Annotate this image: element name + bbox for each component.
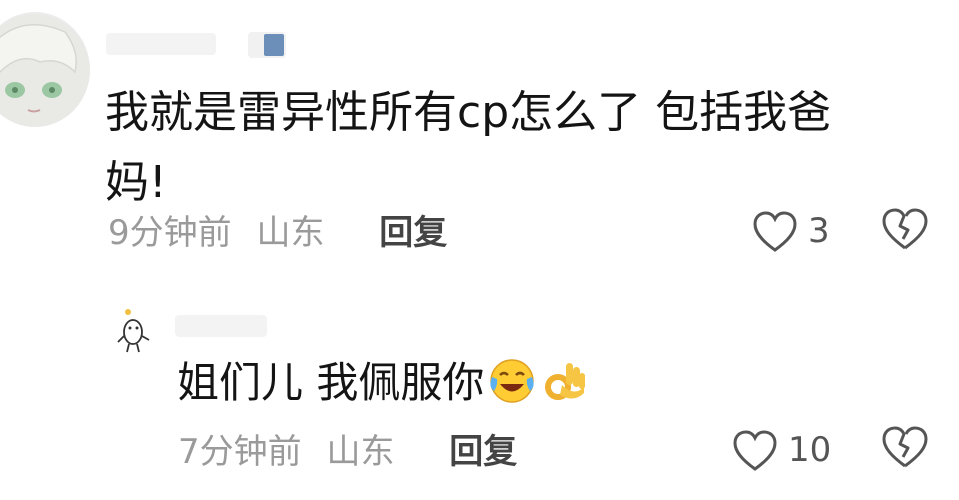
like-count: 3 (808, 211, 830, 251)
reply-button[interactable]: 回复 (379, 213, 447, 253)
reply-text: 姐们儿 我佩服你 (177, 350, 588, 416)
broken-heart-icon (882, 208, 928, 250)
doodle-avatar-icon (117, 309, 150, 353)
laughing-crying-emoji-icon (488, 357, 536, 405)
broken-heart-icon (882, 426, 928, 468)
ok-hand-emoji-icon (540, 357, 588, 405)
user-badge (248, 32, 286, 58)
location: 山东 (326, 432, 395, 472)
like-button[interactable]: 3 (752, 208, 842, 254)
reply-button[interactable]: 回复 (449, 432, 517, 472)
comment-text: 我就是雷异性所有cp怎么了 包括我爸 妈! (105, 78, 895, 218)
dislike-button[interactable] (880, 206, 930, 254)
username-redacted[interactable] (106, 33, 216, 55)
user-avatar[interactable] (0, 12, 90, 127)
anime-avatar-icon (0, 14, 90, 127)
comment-meta: 9分钟前 山东 回复 (108, 211, 447, 255)
reply-text-content: 姐们儿 我佩服你 (177, 358, 485, 407)
comment-line: 我就是雷异性所有cp怎么了 包括我爸 (105, 87, 832, 138)
timestamp: 7分钟前 (178, 432, 302, 472)
badge-icon (264, 34, 284, 56)
dislike-button[interactable] (880, 424, 930, 472)
location: 山东 (256, 213, 325, 253)
like-count: 10 (788, 430, 832, 470)
reply-user-avatar[interactable] (115, 306, 155, 354)
reply-username-redacted[interactable] (175, 315, 267, 337)
comment-thread: 我就是雷异性所有cp怎么了 包括我爸 妈! 9分钟前 山东 回复 3 姐们儿 我… (0, 0, 959, 500)
timestamp: 9分钟前 (108, 213, 232, 253)
reply-meta: 7分钟前 山东 回复 (178, 430, 517, 474)
heart-icon (753, 211, 797, 252)
like-button[interactable]: 10 (732, 427, 842, 473)
heart-icon (733, 430, 777, 471)
